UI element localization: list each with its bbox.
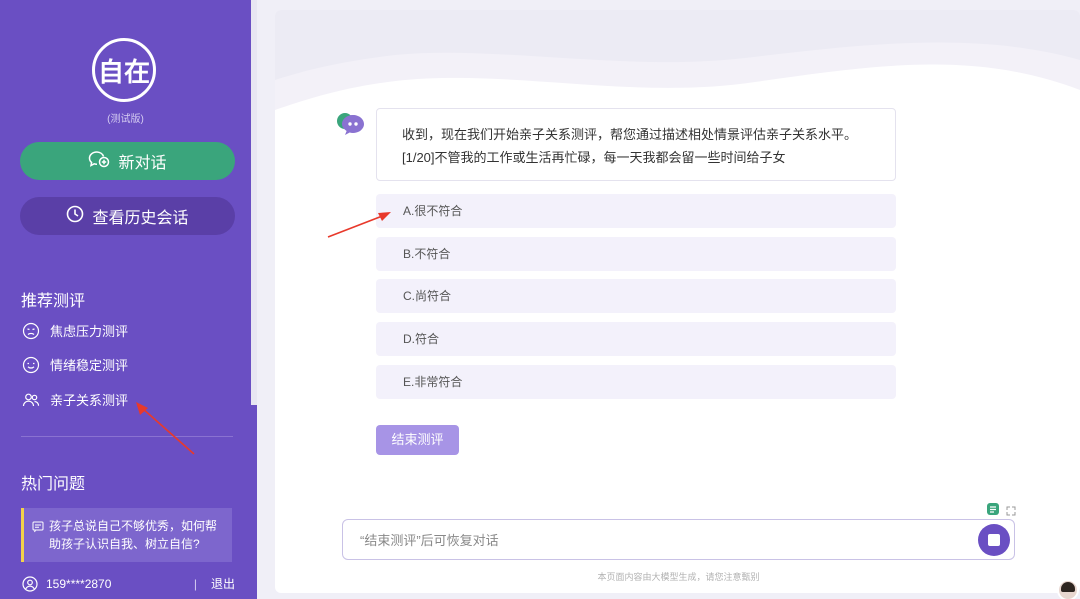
bot-message-line: 收到，现在我们开始亲子关系测评，帮您通过描述相处情景评估亲子关系水平。 <box>402 127 858 142</box>
sidebar-item-emotion[interactable]: 情绪稳定测评 <box>22 355 128 374</box>
clock-icon <box>66 205 84 228</box>
bot-message-line: [1/20]不管我的工作或生活再忙碌，每一天我都会留一些时间给子女 <box>402 150 786 165</box>
fullscreen-icon[interactable] <box>1006 503 1016 521</box>
sidebar-item-label: 亲子关系测评 <box>50 393 129 408</box>
assistant-avatar[interactable] <box>1057 579 1079 599</box>
chat-input-placeholder: “结束测评”后可恢复对话 <box>360 533 499 548</box>
end-assessment-button[interactable]: 结束测评 <box>376 425 459 455</box>
hot-question-text: 孩子总说自己不够优秀，如何帮助孩子认识自我、树立自信? <box>49 519 218 551</box>
option-a[interactable]: A.很不符合 <box>376 194 896 228</box>
hot-questions-title: 热门问题 <box>21 476 86 493</box>
new-chat-button[interactable]: 新对话 <box>20 142 235 180</box>
recommended-title: 推荐测评 <box>21 293 86 310</box>
sidebar: 自在 (测试版) 新对话 查看历史会话 推荐测评 焦虑压力测评 情绪稳定测评 亲… <box>0 0 257 599</box>
history-button[interactable]: 查看历史会话 <box>20 197 235 235</box>
hot-question-card[interactable]: 孩子总说自己不够优秀，如何帮助孩子认识自我、树立自信? <box>21 508 232 562</box>
bot-message: 收到，现在我们开始亲子关系测评，帮您通过描述相处情景评估亲子关系水平。 [1/2… <box>376 108 896 181</box>
sidebar-divider <box>21 436 233 437</box>
logout-link[interactable]: 退出 <box>211 575 235 592</box>
sidebar-item-anxiety[interactable]: 焦虑压力测评 <box>22 321 128 340</box>
ai-disclaimer: 本页面内容由大模型生成，请您注意甄别 <box>597 572 760 582</box>
message-icon <box>32 520 44 562</box>
smile-face-icon <box>22 356 40 374</box>
option-c[interactable]: C.尚符合 <box>376 279 896 313</box>
logo-subtitle: (测试版) <box>107 114 144 125</box>
app-logo: 自在 <box>92 38 156 102</box>
people-icon <box>22 391 40 409</box>
logo-text: 自在 <box>97 57 150 88</box>
bot-avatar-icon <box>336 112 366 138</box>
user-row: 159****2870 | 退出 <box>22 575 235 592</box>
separator: | <box>193 576 197 591</box>
option-b[interactable]: B.不符合 <box>376 237 896 271</box>
sidebar-scrollbar[interactable] <box>251 0 257 405</box>
chat-input[interactable]: “结束测评”后可恢复对话 <box>342 519 1015 560</box>
sidebar-item-label: 焦虑压力测评 <box>50 324 129 339</box>
sidebar-item-label: 情绪稳定测评 <box>50 358 129 373</box>
user-icon <box>22 575 38 592</box>
user-phone: 159****2870 <box>46 576 112 591</box>
option-d[interactable]: D.符合 <box>376 322 896 356</box>
option-e[interactable]: E.非常符合 <box>376 365 896 399</box>
new-chat-label: 新对话 <box>118 155 167 172</box>
history-label: 查看历史会话 <box>92 210 189 227</box>
stop-button[interactable] <box>978 524 1010 556</box>
chat-plus-icon <box>88 150 110 173</box>
avatar-hair <box>1061 582 1075 592</box>
anxious-face-icon <box>22 322 40 340</box>
stop-icon <box>988 534 1000 546</box>
sidebar-item-parent-child[interactable]: 亲子关系测评 <box>22 390 128 409</box>
